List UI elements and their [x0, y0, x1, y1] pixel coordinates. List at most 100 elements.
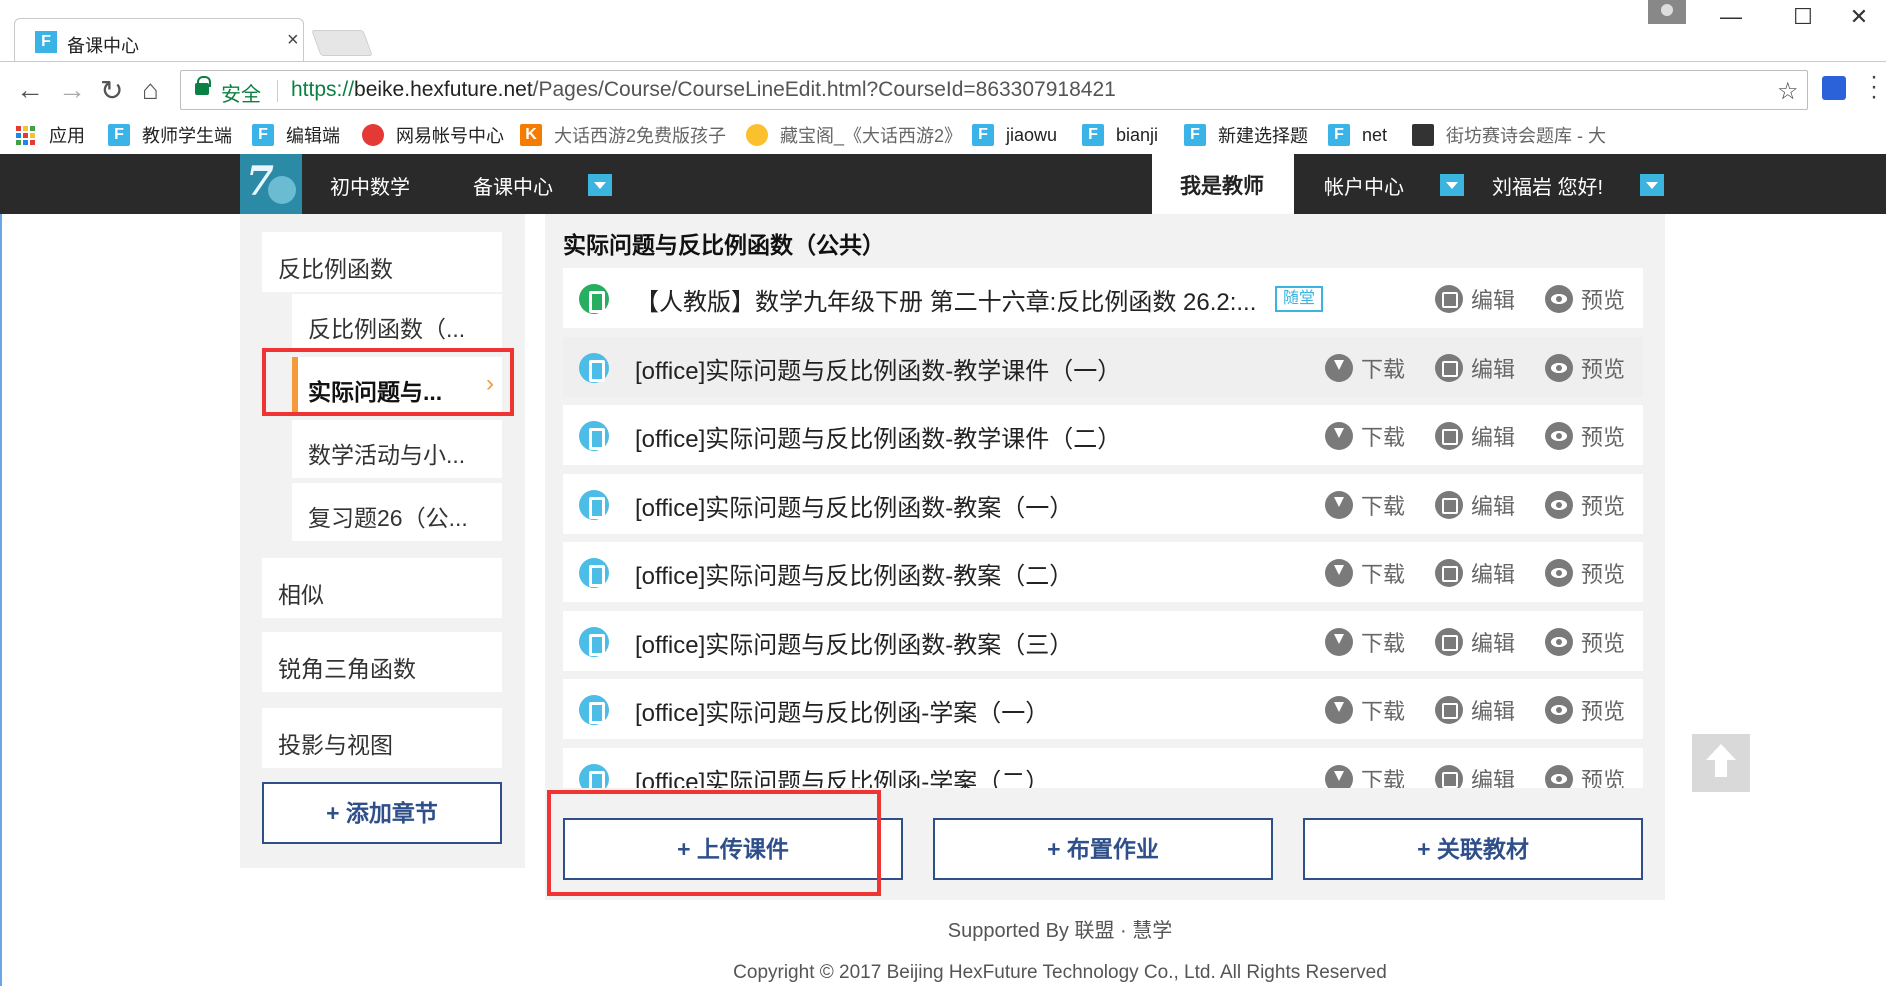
edit-button[interactable]: 编辑 [1435, 626, 1515, 658]
address-bar[interactable]: 安全 https://beike.hexfuture.net/Pages/Cou… [180, 70, 1808, 110]
browser-toolbar: ← → ↻ ⌂ 安全 https://beike.hexfuture.net/P… [0, 62, 1886, 118]
download-button[interactable]: 下载 [1325, 557, 1405, 589]
assign-homework-button[interactable]: + 布置作业 [933, 818, 1273, 880]
user-greeting[interactable]: 刘福岩 您好! [1492, 171, 1603, 200]
chapter-item[interactable]: 相似 [262, 558, 502, 618]
chapter-item[interactable]: 反比例函数 [262, 232, 502, 292]
browser-menu-icon[interactable]: · · · [1870, 65, 1878, 109]
new-tab-button[interactable] [311, 30, 373, 56]
browser-tab[interactable]: F 备课中心 × [14, 18, 304, 62]
download-label: 下载 [1361, 562, 1406, 587]
eye-icon [1545, 696, 1573, 724]
bookmark-star-icon[interactable]: ☆ [1777, 77, 1799, 106]
edit-icon [1435, 491, 1463, 519]
resource-row[interactable]: [office]实际问题与反比例函数-教学课件（一） 下载 编辑 预览 [563, 337, 1643, 397]
bookmark-label: 藏宝阁_《大话西游2》 [780, 126, 963, 146]
bookmark-item[interactable]: 街坊赛诗会题库 - 大 [1412, 120, 1606, 150]
bookmark-item[interactable]: F 编辑端 [252, 120, 340, 150]
nav-account-center[interactable]: 帐户中心 [1324, 171, 1404, 200]
bookmark-label: 街坊赛诗会题库 - 大 [1446, 126, 1606, 146]
minimize-button[interactable]: — [1708, 2, 1754, 32]
resource-name: [office]实际问题与反比例函-学案（一） [635, 700, 1050, 727]
preview-button[interactable]: 预览 [1545, 283, 1625, 315]
download-button[interactable]: 下载 [1325, 420, 1405, 452]
section-item[interactable]: 数学活动与小... [292, 420, 502, 478]
bookmark-item[interactable]: Fbianji [1082, 120, 1158, 150]
chevron-down-icon[interactable] [588, 174, 612, 196]
bookmark-label: 网易帐号中心 [396, 126, 504, 146]
chevron-down-icon[interactable] [1440, 174, 1464, 196]
f-icon: F [252, 124, 274, 146]
preview-button[interactable]: 预览 [1545, 557, 1625, 589]
add-chapter-button[interactable]: + 添加章节 [262, 782, 502, 844]
resource-list: 【人教版】数学九年级下册 第二十六章:反比例函数 26.2:... 随堂 编辑 … [563, 268, 1643, 788]
download-label: 下载 [1361, 425, 1406, 450]
edit-button[interactable]: 编辑 [1435, 283, 1515, 315]
chapter-item[interactable]: 投影与视图 [262, 708, 502, 768]
preview-button[interactable]: 预览 [1545, 420, 1625, 452]
url-text[interactable]: https://beike.hexfuture.net/Pages/Course… [291, 78, 1116, 102]
resource-row[interactable]: [office]实际问题与反比例函数-教案（一） 下载 编辑 预览 [563, 474, 1643, 534]
preview-button[interactable]: 预览 [1545, 626, 1625, 658]
preview-label: 预览 [1581, 562, 1626, 587]
download-button[interactable]: 下载 [1325, 352, 1405, 384]
bookmark-label: 大话西游2免费版孩子 [554, 126, 727, 146]
edit-button[interactable]: 编辑 [1435, 489, 1515, 521]
reload-icon[interactable]: ↻ [100, 74, 123, 107]
edit-label: 编辑 [1471, 288, 1516, 313]
bookmark-item[interactable]: Fnet [1328, 120, 1387, 150]
nav-lesson-center[interactable]: 备课中心 [473, 171, 553, 200]
forward-icon[interactable]: → [58, 74, 86, 106]
resource-row[interactable]: 【人教版】数学九年级下册 第二十六章:反比例函数 26.2:... 随堂 编辑 … [563, 268, 1643, 328]
close-window-button[interactable]: ✕ [1836, 2, 1882, 32]
download-label: 下载 [1361, 357, 1406, 382]
preview-button[interactable]: 预览 [1545, 489, 1625, 521]
edit-button[interactable]: 编辑 [1435, 694, 1515, 726]
download-button[interactable]: 下载 [1325, 626, 1405, 658]
site-logo[interactable]: 7 [240, 154, 302, 214]
bookmark-apps[interactable]: 应用 [16, 120, 85, 150]
status-badge: 随堂 [1275, 286, 1324, 312]
back-icon[interactable]: ← [16, 74, 44, 106]
back-to-top-button[interactable] [1692, 734, 1750, 792]
edit-button[interactable]: 编辑 [1435, 420, 1515, 452]
preview-button[interactable]: 预览 [1545, 352, 1625, 384]
bookmarks-bar: 应用 F 教师学生端 F 编辑端 网易帐号中心 K 大话西游2免费版孩子 藏宝阁_《大… [0, 118, 1886, 154]
bookmark-item[interactable]: Fjiaowu [972, 120, 1057, 150]
resource-row[interactable]: [office]实际问题与反比例函数-教学课件（二） 下载 编辑 预览 [563, 405, 1643, 465]
link-textbook-button[interactable]: + 关联教材 [1303, 818, 1643, 880]
nav-subject[interactable]: 初中数学 [330, 171, 410, 200]
download-button[interactable]: 下载 [1325, 763, 1405, 788]
resource-row[interactable]: [office]实际问题与反比例函数-教案（三） 下载 编辑 预览 [563, 611, 1643, 671]
bookmark-item[interactable]: F 教师学生端 [108, 120, 232, 150]
resource-row[interactable]: [office]实际问题与反比例函-学案（二） 下载 编辑 预览 [563, 748, 1643, 788]
tab-close-icon[interactable]: × [287, 29, 299, 52]
download-button[interactable]: 下载 [1325, 694, 1405, 726]
edit-icon [1435, 422, 1463, 450]
bookmark-item[interactable]: K 大话西游2免费版孩子 [520, 120, 726, 150]
office-icon [579, 627, 609, 657]
section-item[interactable]: 复习题26（公... [292, 483, 502, 541]
resource-row[interactable]: [office]实际问题与反比例函-学案（一） 下载 编辑 预览 [563, 679, 1643, 739]
section-item[interactable]: 反比例函数（... [292, 294, 502, 352]
chevron-down-icon[interactable] [1640, 174, 1664, 196]
download-icon [1325, 559, 1353, 587]
bookmark-item[interactable]: 藏宝阁_《大话西游2》 [746, 120, 962, 150]
profile-icon[interactable] [1648, 0, 1686, 24]
download-button[interactable]: 下载 [1325, 489, 1405, 521]
download-icon [1325, 422, 1353, 450]
home-icon[interactable]: ⌂ [142, 74, 159, 106]
edit-button[interactable]: 编辑 [1435, 352, 1515, 384]
bookmark-item[interactable]: F 新建选择题 [1184, 120, 1308, 150]
maximize-button[interactable]: ☐ [1780, 2, 1826, 32]
preview-button[interactable]: 预览 [1545, 694, 1625, 726]
preview-button[interactable]: 预览 [1545, 763, 1625, 788]
tab-teacher[interactable]: 我是教师 [1152, 154, 1294, 214]
chapter-item[interactable]: 锐角三角函数 [262, 632, 502, 692]
bookmark-item[interactable]: 网易帐号中心 [362, 120, 504, 150]
apps-icon [16, 125, 35, 145]
edit-button[interactable]: 编辑 [1435, 557, 1515, 589]
resource-row[interactable]: [office]实际问题与反比例函数-教案（二） 下载 编辑 预览 [563, 542, 1643, 602]
extension-icon[interactable] [1822, 76, 1846, 100]
edit-button[interactable]: 编辑 [1435, 763, 1515, 788]
